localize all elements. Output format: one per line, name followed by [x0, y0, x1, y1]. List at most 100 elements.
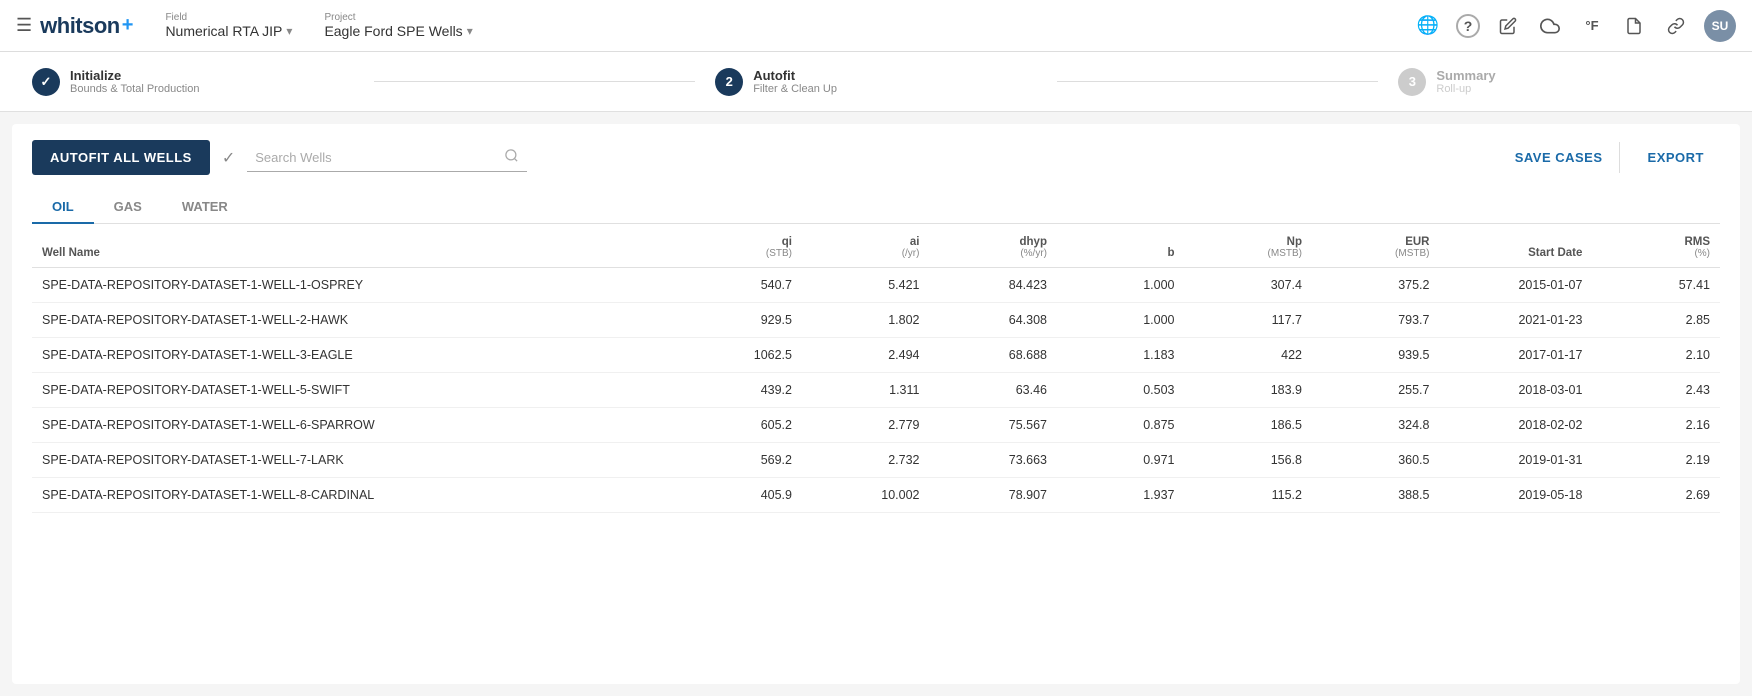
globe-icon[interactable]: 🌐: [1414, 12, 1442, 40]
cell-rms-6: 2.69: [1592, 478, 1720, 513]
step-info-initialize: Initialize Bounds & Total Production: [70, 68, 199, 95]
table-row[interactable]: SPE-DATA-REPOSITORY-DATASET-1-WELL-6-SPA…: [32, 408, 1720, 443]
document-icon[interactable]: [1620, 12, 1648, 40]
step-summary[interactable]: 3 Summary Roll-up: [1398, 68, 1720, 96]
cloud-icon[interactable]: [1536, 12, 1564, 40]
autofit-all-wells-button[interactable]: AUTOFIT ALL WELLS: [32, 140, 210, 175]
user-avatar[interactable]: SU: [1704, 10, 1736, 42]
table-row[interactable]: SPE-DATA-REPOSITORY-DATASET-1-WELL-2-HAW…: [32, 303, 1720, 338]
hamburger-icon[interactable]: ☰: [16, 15, 32, 36]
project-value: Eagle Ford SPE Wells: [324, 23, 462, 39]
tab-oil[interactable]: OIL: [32, 191, 94, 224]
cell-np-6: 115.2: [1184, 478, 1312, 513]
project-group: Project Eagle Ford SPE Wells ▾: [324, 12, 472, 39]
field-project-group: Field Numerical RTA JIP ▾ Project Eagle …: [165, 12, 472, 39]
project-dropdown-arrow: ▾: [467, 24, 473, 38]
cell-qi-5: 569.2: [674, 443, 802, 478]
table-row[interactable]: SPE-DATA-REPOSITORY-DATASET-1-WELL-7-LAR…: [32, 443, 1720, 478]
field-selector[interactable]: Numerical RTA JIP ▾: [165, 23, 292, 39]
cell-np-0: 307.4: [1184, 268, 1312, 303]
field-dropdown-arrow: ▾: [286, 24, 292, 38]
logo-plus: +: [122, 14, 134, 37]
save-cases-button[interactable]: SAVE CASES: [1499, 142, 1620, 173]
navbar-right: 🌐 ? °F SU: [1414, 10, 1736, 42]
cell-rms-1: 2.85: [1592, 303, 1720, 338]
step-subtitle-initialize: Bounds & Total Production: [70, 83, 199, 95]
step-title-initialize: Initialize: [70, 68, 199, 83]
cell-b-1: 1.000: [1057, 303, 1185, 338]
step-subtitle-autofit: Filter & Clean Up: [753, 83, 837, 95]
search-icon: [504, 148, 519, 167]
field-group: Field Numerical RTA JIP ▾: [165, 12, 292, 39]
navbar: ☰ whitson + Field Numerical RTA JIP ▾ Pr…: [0, 0, 1752, 52]
cell-b-3: 0.503: [1057, 373, 1185, 408]
cell-qi-0: 540.7: [674, 268, 802, 303]
step-initialize[interactable]: ✓ Initialize Bounds & Total Production: [32, 68, 354, 96]
wells-table: Well Name qi (STB) ai (/yr) dhyp (%/yr): [32, 228, 1720, 513]
cell-np-1: 117.7: [1184, 303, 1312, 338]
col-b: b: [1057, 228, 1185, 268]
cell-qi-2: 1062.5: [674, 338, 802, 373]
navbar-left: ☰ whitson + Field Numerical RTA JIP ▾ Pr…: [16, 12, 1414, 39]
cell-start-date-4: 2018-02-02: [1439, 408, 1592, 443]
temperature-icon[interactable]: °F: [1578, 12, 1606, 40]
cell-eur-0: 375.2: [1312, 268, 1440, 303]
cell-eur-6: 388.5: [1312, 478, 1440, 513]
edit-icon[interactable]: [1494, 12, 1522, 40]
col-dhyp: dhyp (%/yr): [929, 228, 1057, 268]
cell-well-name-2: SPE-DATA-REPOSITORY-DATASET-1-WELL-3-EAG…: [32, 338, 674, 373]
stepper: ✓ Initialize Bounds & Total Production 2…: [0, 52, 1752, 112]
logo: whitson +: [40, 13, 133, 39]
help-icon[interactable]: ?: [1456, 14, 1480, 38]
project-label: Project: [324, 12, 472, 23]
cell-start-date-5: 2019-01-31: [1439, 443, 1592, 478]
project-selector[interactable]: Eagle Ford SPE Wells ▾: [324, 23, 472, 39]
cell-qi-6: 405.9: [674, 478, 802, 513]
table-row[interactable]: SPE-DATA-REPOSITORY-DATASET-1-WELL-8-CAR…: [32, 478, 1720, 513]
cell-well-name-5: SPE-DATA-REPOSITORY-DATASET-1-WELL-7-LAR…: [32, 443, 674, 478]
cell-rms-5: 2.19: [1592, 443, 1720, 478]
cell-well-name-1: SPE-DATA-REPOSITORY-DATASET-1-WELL-2-HAW…: [32, 303, 674, 338]
cell-np-5: 156.8: [1184, 443, 1312, 478]
table-row[interactable]: SPE-DATA-REPOSITORY-DATASET-1-WELL-5-SWI…: [32, 373, 1720, 408]
cell-well-name-0: SPE-DATA-REPOSITORY-DATASET-1-WELL-1-OSP…: [32, 268, 674, 303]
main-content: AUTOFIT ALL WELLS ✓ SAVE CASES EXPORT OI…: [12, 124, 1740, 684]
step-circle-autofit: 2: [715, 68, 743, 96]
cell-eur-3: 255.7: [1312, 373, 1440, 408]
step-subtitle-summary: Roll-up: [1436, 83, 1495, 95]
cell-dhyp-1: 64.308: [929, 303, 1057, 338]
step-circle-initialize: ✓: [32, 68, 60, 96]
export-button[interactable]: EXPORT: [1632, 142, 1720, 173]
cell-np-2: 422: [1184, 338, 1312, 373]
col-np: Np (MSTB): [1184, 228, 1312, 268]
check-icon: ✓: [222, 148, 235, 168]
cell-start-date-3: 2018-03-01: [1439, 373, 1592, 408]
cell-eur-5: 360.5: [1312, 443, 1440, 478]
step-line-2: [1057, 81, 1379, 82]
col-rms: RMS (%): [1592, 228, 1720, 268]
step-info-autofit: Autofit Filter & Clean Up: [753, 68, 837, 95]
tab-water[interactable]: WATER: [162, 191, 248, 224]
cell-ai-6: 10.002: [802, 478, 930, 513]
search-input[interactable]: [255, 150, 498, 165]
cell-dhyp-6: 78.907: [929, 478, 1057, 513]
cell-dhyp-0: 84.423: [929, 268, 1057, 303]
cell-ai-3: 1.311: [802, 373, 930, 408]
cell-well-name-4: SPE-DATA-REPOSITORY-DATASET-1-WELL-6-SPA…: [32, 408, 674, 443]
step-autofit[interactable]: 2 Autofit Filter & Clean Up: [715, 68, 1037, 96]
cell-ai-2: 2.494: [802, 338, 930, 373]
link-icon[interactable]: [1662, 12, 1690, 40]
step-circle-summary: 3: [1398, 68, 1426, 96]
table-header-row: Well Name qi (STB) ai (/yr) dhyp (%/yr): [32, 228, 1720, 268]
cell-eur-1: 793.7: [1312, 303, 1440, 338]
table-row[interactable]: SPE-DATA-REPOSITORY-DATASET-1-WELL-1-OSP…: [32, 268, 1720, 303]
col-well-name: Well Name: [32, 228, 674, 268]
cell-ai-4: 2.779: [802, 408, 930, 443]
cell-dhyp-2: 68.688: [929, 338, 1057, 373]
toolbar: AUTOFIT ALL WELLS ✓ SAVE CASES EXPORT: [32, 140, 1720, 175]
col-start-date: Start Date: [1439, 228, 1592, 268]
cell-ai-5: 2.732: [802, 443, 930, 478]
table-row[interactable]: SPE-DATA-REPOSITORY-DATASET-1-WELL-3-EAG…: [32, 338, 1720, 373]
step-line-1: [374, 81, 696, 82]
tab-gas[interactable]: GAS: [94, 191, 162, 224]
